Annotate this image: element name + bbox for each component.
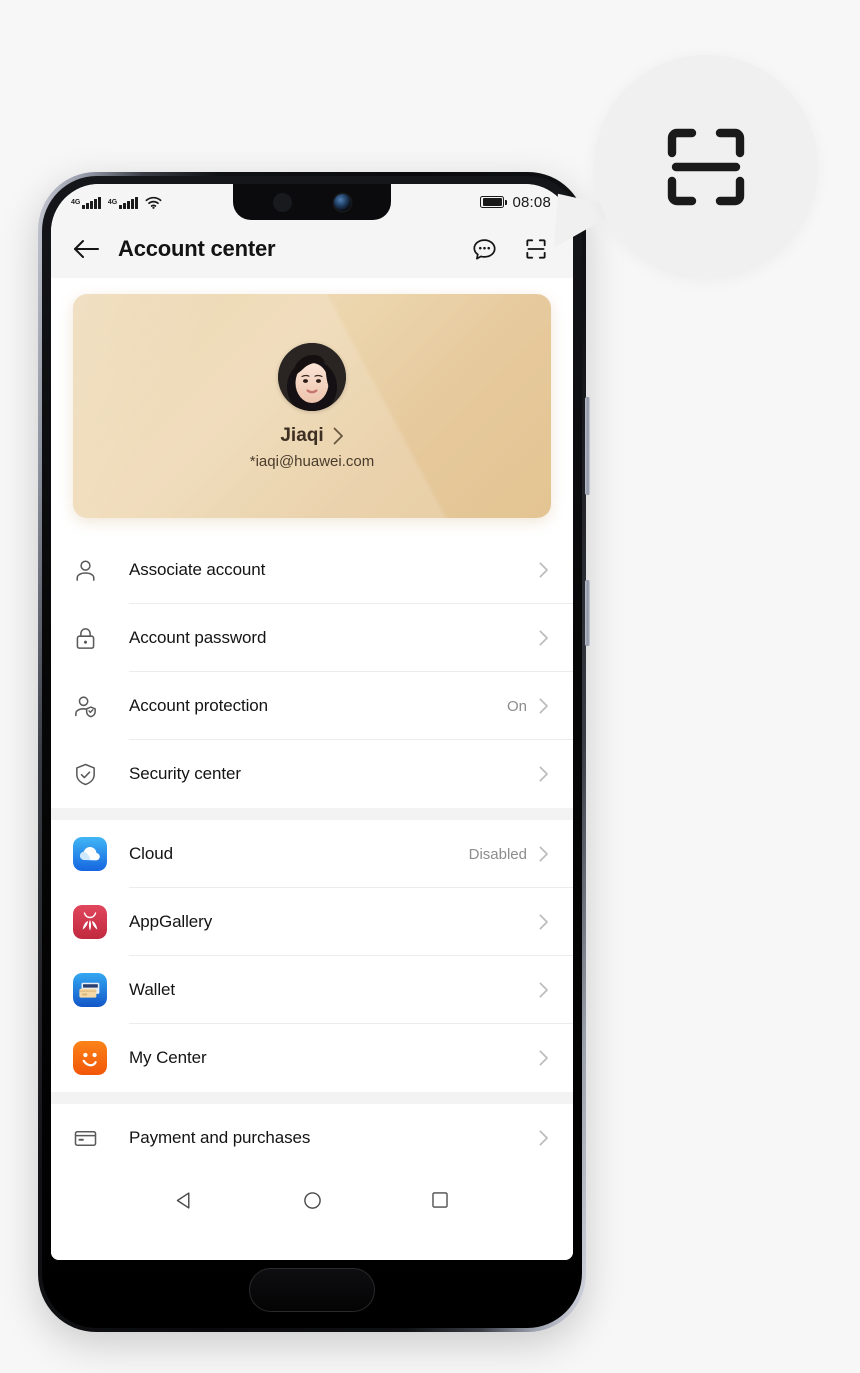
- phone-body: 4G 4G 08:08 Account center Jiaqi *iaqi@h…: [42, 176, 582, 1328]
- section-account-settings: Associate account Account password Accou…: [51, 536, 573, 808]
- display-notch: [233, 184, 391, 220]
- chevron-right-icon: [539, 698, 548, 713]
- front-camera-icon: [334, 193, 351, 211]
- section-gap: [51, 1092, 573, 1104]
- profile-email: *iaqi@huawei.com: [249, 452, 375, 470]
- app-header: Account center: [51, 220, 573, 278]
- chat-bubble-icon[interactable]: [472, 237, 497, 262]
- cloud-app-icon: [73, 837, 107, 871]
- phone-device: 4G 4G 08:08 Account center Jiaqi *iaqi@h…: [38, 172, 590, 1332]
- chevron-right-icon: [539, 630, 548, 645]
- nav-recents-square-icon[interactable]: [431, 1191, 449, 1209]
- chevron-right-icon: [539, 766, 548, 781]
- power-button[interactable]: [585, 580, 590, 646]
- list-item-account-password[interactable]: Account password: [73, 604, 573, 672]
- volume-button[interactable]: [585, 397, 590, 495]
- appgallery-app-icon: [73, 905, 107, 939]
- list-item-associate-account[interactable]: Associate account: [73, 536, 573, 604]
- scan-code-icon[interactable]: [523, 236, 549, 262]
- avatar-photo: [278, 342, 346, 411]
- chevron-right-icon: [333, 427, 343, 444]
- profile-name: Jiaqi: [280, 424, 324, 446]
- wifi-icon: [145, 196, 162, 209]
- list-item-my-center[interactable]: My Center: [73, 1024, 573, 1092]
- wallet-app-icon: [73, 973, 107, 1007]
- avatar[interactable]: [278, 342, 346, 411]
- phone-screen: 4G 4G 08:08 Account center Jiaqi *iaqi@h…: [51, 184, 573, 1260]
- status-bar-clock: 08:08: [512, 193, 551, 211]
- nav-back-triangle-icon[interactable]: [175, 1191, 194, 1210]
- chevron-right-icon: [539, 982, 548, 997]
- shield-check-icon: [73, 762, 107, 787]
- list-item-label: Account password: [129, 628, 267, 647]
- android-navigation-bar: [51, 1172, 573, 1228]
- back-arrow-icon[interactable]: [73, 238, 100, 260]
- person-shield-icon: [73, 694, 107, 719]
- list-item-label: Security center: [129, 764, 241, 783]
- profile-card-wrapper: Jiaqi *iaqi@huawei.com: [51, 278, 573, 536]
- chevron-right-icon: [539, 1050, 548, 1065]
- list-item-security-center[interactable]: Security center: [73, 740, 573, 808]
- list-item-label: Associate account: [129, 560, 266, 579]
- list-item-label: Wallet: [129, 980, 176, 999]
- section-huawei-services: Cloud Disabled AppGallery Wallet My Cent…: [51, 820, 573, 1092]
- my-center-app-icon: [73, 1041, 107, 1075]
- status-bar-right: 08:08: [480, 194, 551, 211]
- page-title: Account center: [118, 236, 276, 261]
- chevron-right-icon: [539, 562, 548, 577]
- credit-card-icon: [73, 1126, 107, 1151]
- chevron-right-icon: [539, 1130, 548, 1145]
- network-type-sim2-label: 4G: [107, 198, 118, 206]
- list-item-cloud[interactable]: Cloud Disabled: [73, 820, 573, 888]
- phone-chin: [42, 1252, 582, 1328]
- lock-icon: [73, 626, 107, 651]
- network-type-sim1-label: 4G: [71, 198, 81, 206]
- signal-bars-sim2-icon: [119, 196, 138, 209]
- list-item-wallet[interactable]: Wallet: [73, 956, 573, 1024]
- list-item-payment-and-purchases[interactable]: Payment and purchases: [73, 1104, 573, 1172]
- signal-sim2: 4G: [107, 196, 138, 209]
- signal-sim1: 4G: [71, 196, 101, 209]
- header-actions: [472, 236, 549, 262]
- list-item-value: Disabled: [468, 845, 527, 863]
- list-item-label: Payment and purchases: [129, 1128, 311, 1147]
- section-gap: [51, 808, 573, 820]
- status-bar-left: 4G 4G: [71, 196, 162, 209]
- nav-home-circle-icon[interactable]: [303, 1191, 322, 1210]
- list-item-label: My Center: [129, 1048, 207, 1067]
- fingerprint-sensor[interactable]: [249, 1268, 375, 1312]
- chevron-right-icon: [539, 914, 548, 929]
- list-item-value: On: [506, 697, 527, 715]
- profile-card[interactable]: Jiaqi *iaqi@huawei.com: [73, 294, 551, 518]
- person-icon: [73, 558, 107, 583]
- page-content: Jiaqi *iaqi@huawei.com Associate account…: [51, 278, 573, 1260]
- chevron-right-icon: [539, 846, 548, 861]
- list-item-label: AppGallery: [129, 912, 213, 931]
- battery-full-icon: [480, 196, 508, 208]
- earpiece-speaker-icon: [273, 192, 292, 212]
- list-item-account-protection[interactable]: Account protection On: [73, 672, 573, 740]
- profile-name-row[interactable]: Jiaqi: [280, 425, 343, 447]
- scan-icon-callout-bubble: [594, 55, 818, 279]
- signal-bars-sim1-icon: [82, 196, 101, 209]
- scan-code-icon: [667, 128, 745, 206]
- section-payment: Payment and purchases: [51, 1104, 573, 1172]
- list-item-appgallery[interactable]: AppGallery: [73, 888, 573, 956]
- list-item-label: Cloud: [129, 844, 173, 863]
- list-item-label: Account protection: [129, 696, 269, 715]
